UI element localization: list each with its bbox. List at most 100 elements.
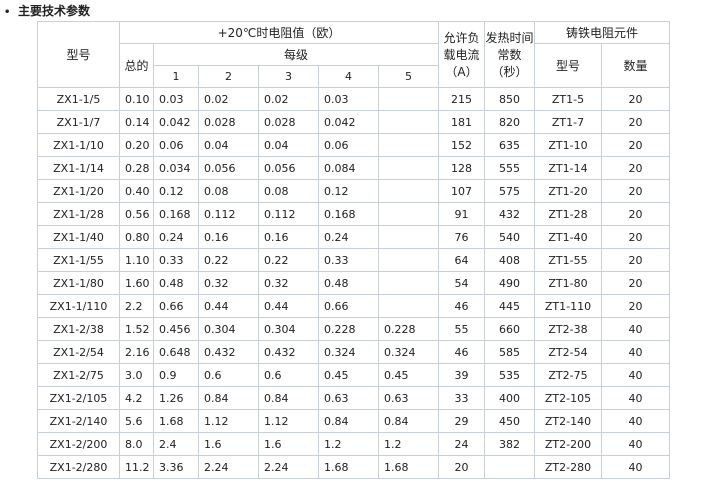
- header-stage-1: 1: [153, 65, 199, 88]
- cell-model: ZX1-2/54: [37, 340, 120, 364]
- cell-stage-4: 0.03: [318, 87, 379, 111]
- cell-model: ZX1-1/7: [37, 110, 120, 134]
- cell-stage-3: 0.112: [258, 202, 319, 226]
- cell-stage-3: 0.04: [258, 133, 319, 157]
- cell-heat-constant: 540: [484, 225, 535, 249]
- cell-element-model: ZT1-20: [534, 179, 602, 203]
- cell-stage-2: 0.432: [198, 340, 259, 364]
- cell-element-qty: 40: [601, 386, 670, 410]
- cell-element-qty: 40: [601, 409, 670, 433]
- cell-stage-4: 0.042: [318, 110, 379, 134]
- cell-model: ZX1-2/38: [37, 317, 120, 341]
- cell-element-model: ZT1-10: [534, 133, 602, 157]
- cell-stage-2: 0.32: [198, 271, 259, 295]
- header-stage-3: 3: [258, 65, 319, 88]
- header-model: 型号: [37, 21, 120, 88]
- cell-stage-1: 0.03: [153, 87, 199, 111]
- cell-current: 29: [438, 409, 485, 433]
- cell-stage-2: 1.6: [198, 432, 259, 456]
- cell-stage-1: 0.042: [153, 110, 199, 134]
- table-row: ZX1-1/5 0.10 0.03 0.02 0.02 0.03 215 850 ZT1-5 20: [37, 87, 670, 111]
- cell-stage-5: [378, 87, 439, 111]
- cell-stage-3: 0.08: [258, 179, 319, 203]
- cell-stage-1: 0.06: [153, 133, 199, 157]
- cell-element-qty: 40: [601, 455, 670, 479]
- cell-stage-3: 0.304: [258, 317, 319, 341]
- cell-model: ZX1-1/110: [37, 294, 120, 318]
- cell-stage-2: 0.056: [198, 156, 259, 180]
- header-stage-2: 2: [198, 65, 259, 88]
- cell-model: ZX1-2/200: [37, 432, 120, 456]
- cell-stage-1: 3.36: [153, 455, 199, 479]
- cell-element-qty: 20: [601, 271, 670, 295]
- cell-total: 0.20: [119, 133, 154, 157]
- cell-stage-1: 1.68: [153, 409, 199, 433]
- cell-model: ZX1-1/14: [37, 156, 120, 180]
- cell-total: 0.56: [119, 202, 154, 226]
- cell-element-model: ZT2-140: [534, 409, 602, 433]
- header-heat-constant: 发热时间 常数 （秒）: [484, 21, 535, 88]
- cell-model: ZX1-1/55: [37, 248, 120, 272]
- cell-element-model: ZT1-5: [534, 87, 602, 111]
- cell-element-model: ZT2-105: [534, 386, 602, 410]
- cell-stage-5: 0.45: [378, 363, 439, 387]
- cell-element-model: ZT1-14: [534, 156, 602, 180]
- cell-stage-2: 0.44: [198, 294, 259, 318]
- table-row: ZX1-1/10 0.20 0.06 0.04 0.04 0.06 152 635 ZT1-10…: [37, 133, 670, 157]
- cell-model: ZX1-1/10: [37, 133, 120, 157]
- header-total: 总的: [119, 43, 154, 88]
- cell-stage-4: 0.66: [318, 294, 379, 318]
- cell-heat-constant: 490: [484, 271, 535, 295]
- cell-stage-1: 0.12: [153, 179, 199, 203]
- cell-element-model: ZT1-80: [534, 271, 602, 295]
- cell-current: 54: [438, 271, 485, 295]
- section-heading: • 主要技术参数: [4, 2, 90, 20]
- cell-stage-4: 0.12: [318, 179, 379, 203]
- cell-stage-5: [378, 133, 439, 157]
- cell-stage-1: 0.168: [153, 202, 199, 226]
- cell-stage-4: 0.45: [318, 363, 379, 387]
- cell-total: 1.60: [119, 271, 154, 295]
- cell-heat-constant: 585: [484, 340, 535, 364]
- cell-total: 0.28: [119, 156, 154, 180]
- cell-model: ZX1-1/20: [37, 179, 120, 203]
- cell-heat-constant: 660: [484, 317, 535, 341]
- cell-stage-5: 0.324: [378, 340, 439, 364]
- cell-heat-constant: 408: [484, 248, 535, 272]
- cell-element-qty: 40: [601, 340, 670, 364]
- cell-element-qty: 40: [601, 432, 670, 456]
- table-row: ZX1-1/110 2.2 0.66 0.44 0.44 0.66 46 445 ZT1-110…: [37, 294, 670, 318]
- cell-stage-4: 0.84: [318, 409, 379, 433]
- cell-stage-1: 0.648: [153, 340, 199, 364]
- table-row: ZX1-2/200 8.0 2.4 1.6 1.6 1.2 1.2 24 382 ZT2-200 4…: [37, 432, 670, 456]
- cell-stage-3: 0.02: [258, 87, 319, 111]
- cell-stage-4: 0.06: [318, 133, 379, 157]
- table-row: ZX1-2/75 3.0 0.9 0.6 0.6 0.45 0.45 39 535 ZT2-75 4…: [37, 363, 670, 387]
- cell-element-model: ZT1-28: [534, 202, 602, 226]
- cell-stage-2: 0.6: [198, 363, 259, 387]
- cell-model: ZX1-2/105: [37, 386, 120, 410]
- cell-total: 2.2: [119, 294, 154, 318]
- cell-current: 20: [438, 455, 485, 479]
- table-row: ZX1-2/54 2.16 0.648 0.432 0.432 0.324 0.324 46 5…: [37, 340, 670, 364]
- header-element: 铸铁电阻元件: [534, 21, 670, 44]
- cell-stage-4: 0.324: [318, 340, 379, 364]
- cell-heat-constant: 400: [484, 386, 535, 410]
- cell-stage-3: 0.22: [258, 248, 319, 272]
- cell-total: 4.2: [119, 386, 154, 410]
- cell-stage-4: 1.68: [318, 455, 379, 479]
- section-title: 主要技术参数: [18, 4, 91, 18]
- cell-stage-3: 0.6: [258, 363, 319, 387]
- cell-stage-2: 0.08: [198, 179, 259, 203]
- cell-stage-4: 0.168: [318, 202, 379, 226]
- cell-element-model: ZT2-200: [534, 432, 602, 456]
- cell-current: 181: [438, 110, 485, 134]
- table-row: ZX1-2/105 4.2 1.26 0.84 0.84 0.63 0.63 33 400 ZT2…: [37, 386, 670, 410]
- cell-total: 1.10: [119, 248, 154, 272]
- cell-model: ZX1-1/28: [37, 202, 120, 226]
- cell-stage-3: 2.24: [258, 455, 319, 479]
- cell-current: 39: [438, 363, 485, 387]
- cell-stage-5: [378, 202, 439, 226]
- cell-element-qty: 20: [601, 248, 670, 272]
- header-element-qty: 数量: [601, 43, 670, 88]
